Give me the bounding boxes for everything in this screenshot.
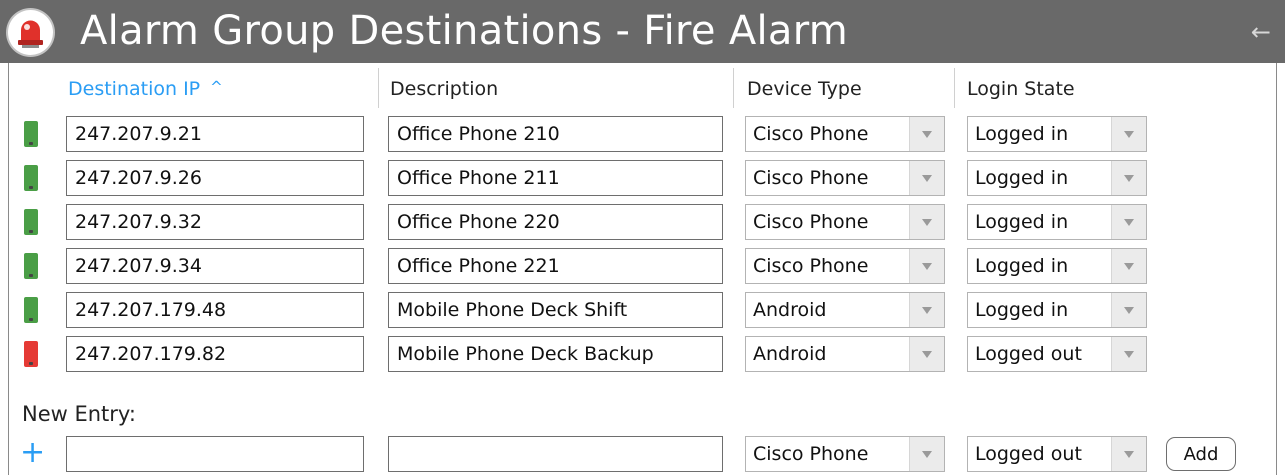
new-ip-input[interactable]	[66, 436, 364, 472]
table-row: Cisco Phone Logged in	[0, 116, 1285, 154]
select-value: Cisco Phone	[753, 443, 869, 465]
select-value: Logged in	[975, 167, 1069, 189]
column-header-destination-ip[interactable]: Destination IP ^	[68, 76, 223, 103]
chevron-down-icon	[1111, 249, 1146, 283]
chevron-down-icon	[909, 437, 944, 471]
table-row: Cisco Phone Logged in	[0, 204, 1285, 242]
select-value: Cisco Phone	[753, 211, 869, 233]
table-row: Cisco Phone Logged in	[0, 248, 1285, 286]
login-state-select[interactable]: Logged in	[967, 248, 1147, 284]
page-title: Alarm Group Destinations - Fire Alarm	[80, 8, 849, 54]
description-input[interactable]	[388, 160, 723, 196]
select-value: Android	[753, 343, 827, 365]
description-input[interactable]	[388, 116, 723, 152]
mobile-phone-icon	[24, 341, 38, 367]
login-state-select[interactable]: Logged out	[967, 336, 1147, 372]
destination-ip-input[interactable]	[66, 336, 364, 372]
column-divider	[378, 68, 379, 108]
column-header-device-type[interactable]: Device Type	[747, 76, 862, 102]
chevron-down-icon	[1111, 117, 1146, 151]
device-type-select[interactable]: Cisco Phone	[745, 248, 945, 284]
select-value: Logged in	[975, 211, 1069, 233]
destination-ip-input[interactable]	[66, 292, 364, 328]
chevron-down-icon	[1111, 161, 1146, 195]
device-type-select[interactable]: Android	[745, 336, 945, 372]
device-type-select[interactable]: Cisco Phone	[745, 116, 945, 152]
destination-ip-input[interactable]	[66, 248, 364, 284]
column-header-label: Destination IP	[68, 78, 201, 100]
chevron-down-icon	[1111, 337, 1146, 371]
select-value: Cisco Phone	[753, 255, 869, 277]
select-value: Logged in	[975, 299, 1069, 321]
sort-ascending-icon: ^	[210, 78, 223, 96]
column-divider	[954, 68, 955, 108]
select-value: Logged out	[975, 343, 1082, 365]
description-input[interactable]	[388, 292, 723, 328]
alarm-bell-icon	[8, 10, 53, 55]
description-input[interactable]	[388, 204, 723, 240]
select-value: Logged in	[975, 255, 1069, 277]
chevron-down-icon	[909, 205, 944, 239]
new-login-state-select[interactable]: Logged out	[967, 436, 1147, 472]
select-value: Logged in	[975, 123, 1069, 145]
device-type-select[interactable]: Android	[745, 292, 945, 328]
destination-ip-input[interactable]	[66, 204, 364, 240]
chevron-down-icon	[909, 117, 944, 151]
table-row: Android Logged in	[0, 292, 1285, 330]
login-state-select[interactable]: Logged in	[967, 116, 1147, 152]
chevron-down-icon	[1111, 437, 1146, 471]
chevron-down-icon	[909, 337, 944, 371]
login-state-select[interactable]: Logged in	[967, 292, 1147, 328]
table-row: Android Logged out	[0, 336, 1285, 374]
destination-ip-input[interactable]	[66, 160, 364, 196]
new-description-input[interactable]	[388, 436, 723, 472]
mobile-phone-icon	[24, 121, 38, 147]
column-header-description[interactable]: Description	[390, 76, 498, 102]
select-value: Logged out	[975, 443, 1082, 465]
mobile-phone-icon	[24, 297, 38, 323]
mobile-phone-icon	[24, 209, 38, 235]
chevron-down-icon	[1111, 293, 1146, 327]
arrow-left-icon[interactable]: ←	[1251, 20, 1271, 44]
login-state-select[interactable]: Logged in	[967, 204, 1147, 240]
device-type-select[interactable]: Cisco Phone	[745, 204, 945, 240]
select-value: Cisco Phone	[753, 167, 869, 189]
select-value: Cisco Phone	[753, 123, 869, 145]
description-input[interactable]	[388, 336, 723, 372]
description-input[interactable]	[388, 248, 723, 284]
device-type-select[interactable]: Cisco Phone	[745, 160, 945, 196]
select-value: Android	[753, 299, 827, 321]
column-header-login-state[interactable]: Login State	[967, 76, 1075, 102]
new-device-type-select[interactable]: Cisco Phone	[745, 436, 945, 472]
chevron-down-icon	[909, 249, 944, 283]
chevron-down-icon	[1111, 205, 1146, 239]
plus-icon[interactable]: +	[20, 438, 45, 468]
add-button[interactable]: Add	[1166, 437, 1236, 471]
chevron-down-icon	[909, 293, 944, 327]
column-divider	[733, 68, 734, 108]
new-entry-label: New Entry:	[22, 402, 136, 426]
table-row: Cisco Phone Logged in	[0, 160, 1285, 198]
mobile-phone-icon	[24, 253, 38, 279]
destination-ip-input[interactable]	[66, 116, 364, 152]
chevron-down-icon	[909, 161, 944, 195]
login-state-select[interactable]: Logged in	[967, 160, 1147, 196]
title-bar: Alarm Group Destinations - Fire Alarm ←	[0, 0, 1285, 63]
mobile-phone-icon	[24, 165, 38, 191]
